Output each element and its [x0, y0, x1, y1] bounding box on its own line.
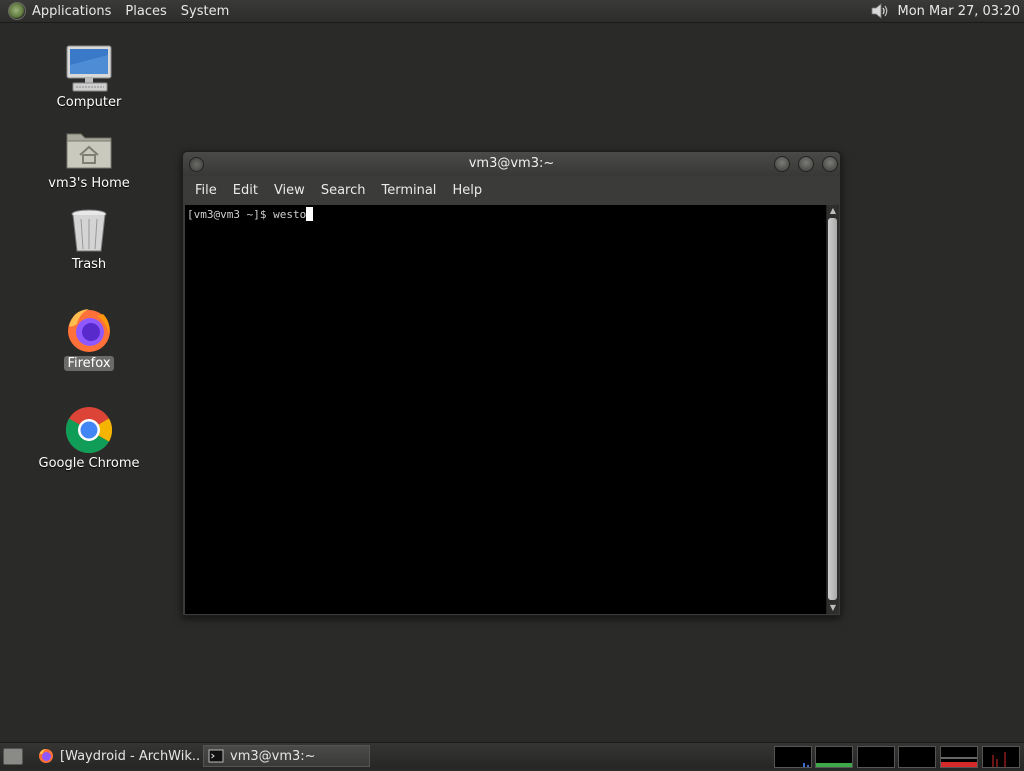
- home-folder-icon: [63, 126, 115, 174]
- places-menu[interactable]: Places: [125, 4, 166, 19]
- maximize-icon[interactable]: [798, 156, 814, 172]
- scroll-thumb[interactable]: [828, 218, 837, 600]
- menu-file[interactable]: File: [187, 183, 225, 198]
- close-icon[interactable]: [822, 156, 838, 172]
- desktop-icon-computer[interactable]: Computer: [34, 45, 144, 110]
- bottom-panel: [Waydroid - ArchWik... vm3@vm3:~: [0, 742, 1024, 769]
- computer-icon: [63, 45, 115, 93]
- terminal-prompt: [vm3@vm3 ~]$: [187, 208, 274, 221]
- memory-monitor[interactable]: [815, 746, 853, 768]
- top-panel: Applications Places System Mon Mar 27, 0…: [0, 0, 1024, 23]
- distro-logo-icon[interactable]: [8, 2, 26, 20]
- menu-edit[interactable]: Edit: [225, 183, 266, 198]
- terminal-icon: [208, 748, 224, 764]
- terminal-input: westo: [273, 208, 307, 221]
- menu-search[interactable]: Search: [313, 183, 374, 198]
- terminal-cursor: [306, 207, 314, 221]
- desktop-icon-home[interactable]: vm3's Home: [34, 126, 144, 191]
- clock[interactable]: Mon Mar 27, 03:20: [898, 4, 1020, 19]
- volume-icon[interactable]: [870, 2, 890, 20]
- terminal-window[interactable]: vm3@vm3:~ File Edit View Search Terminal…: [182, 151, 841, 616]
- firefox-icon: [63, 306, 115, 354]
- desktop-icon-label: Trash: [71, 257, 107, 272]
- desktop-icon-trash[interactable]: Trash: [34, 207, 144, 272]
- desktop-icon-chrome[interactable]: Google Chrome: [34, 406, 144, 471]
- window-title: vm3@vm3:~: [468, 156, 555, 171]
- cpu-monitor[interactable]: [774, 746, 812, 768]
- terminal-output[interactable]: [vm3@vm3 ~]$ westo: [185, 205, 827, 614]
- network-monitor[interactable]: [857, 746, 895, 768]
- taskbar-item-firefox[interactable]: [Waydroid - ArchWik...: [34, 745, 200, 767]
- window-titlebar[interactable]: vm3@vm3:~: [183, 152, 840, 176]
- terminal-scrollbar[interactable]: ▲ ▼: [826, 205, 839, 614]
- trash-icon: [63, 207, 115, 255]
- menu-help[interactable]: Help: [444, 183, 490, 198]
- show-desktop-icon[interactable]: [3, 748, 23, 765]
- taskbar-item-label: [Waydroid - ArchWik...: [60, 748, 200, 764]
- load-monitor[interactable]: [940, 746, 978, 768]
- firefox-icon: [38, 748, 54, 764]
- taskbar-item-terminal[interactable]: vm3@vm3:~: [203, 745, 370, 767]
- desktop-icon-label: Computer: [56, 95, 122, 110]
- chrome-icon: [63, 406, 115, 454]
- taskbar-item-label: vm3@vm3:~: [230, 748, 316, 764]
- menu-terminal[interactable]: Terminal: [373, 183, 444, 198]
- terminal-line: [vm3@vm3 ~]$ westo: [187, 207, 314, 221]
- minimize-icon[interactable]: [774, 156, 790, 172]
- desktop-icon-label: vm3's Home: [48, 176, 130, 191]
- terminal-menubar: File Edit View Search Terminal Help: [183, 176, 840, 204]
- system-menu[interactable]: System: [181, 4, 229, 19]
- scroll-up-arrow-icon[interactable]: ▲: [827, 205, 839, 217]
- disk-monitor[interactable]: [982, 746, 1020, 768]
- scroll-down-arrow-icon[interactable]: ▼: [827, 602, 839, 614]
- swap-monitor[interactable]: [898, 746, 936, 768]
- desktop-icon-label: Firefox: [64, 356, 114, 371]
- applications-menu[interactable]: Applications: [32, 4, 111, 19]
- desktop-icon-label: Google Chrome: [38, 456, 140, 471]
- menu-view[interactable]: View: [266, 183, 313, 198]
- desktop-icon-firefox[interactable]: Firefox: [34, 306, 144, 371]
